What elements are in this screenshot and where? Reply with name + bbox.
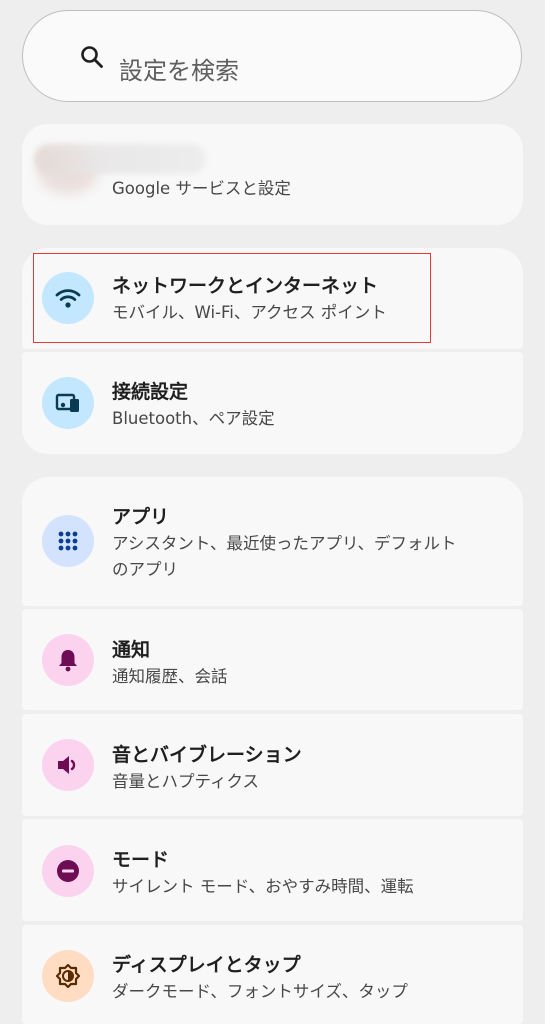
connected-devices-subtitle: Bluetooth、ペア設定 <box>112 409 275 428</box>
modes-icon-circle <box>42 845 94 897</box>
modes-subtitle: サイレント モード、おやすみ時間、運転 <box>112 877 414 896</box>
sound-title: 音とバイブレーション <box>112 744 302 766</box>
sound-subtitle: 音量とハプティクス <box>112 772 260 791</box>
highlight-box <box>33 253 431 343</box>
account-name-blurred <box>34 144 206 174</box>
apps-icon-circle <box>42 515 94 567</box>
search-bar[interactable]: 設定を検索 <box>22 10 522 102</box>
settings-item-connected-devices[interactable] <box>22 352 523 454</box>
account-subtitle: Google サービスと設定 <box>112 179 291 198</box>
settings-item-modes[interactable] <box>22 819 523 921</box>
devices-icon <box>55 393 79 412</box>
search-icon <box>79 44 105 70</box>
notifications-icon-circle <box>42 634 94 686</box>
search-placeholder: 設定を検索 <box>119 57 239 85</box>
apps-subtitle-line2: のアプリ <box>112 560 178 579</box>
display-icon-circle <box>42 950 94 1002</box>
apps-title: アプリ <box>112 506 170 528</box>
notifications-subtitle: 通知履歴、会話 <box>112 667 228 686</box>
do-not-disturb-icon <box>57 860 79 882</box>
apps-subtitle-line1: アシスタント、最近使ったアプリ、デフォルト <box>112 534 457 553</box>
display-subtitle: ダークモード、フォントサイズ、タップ <box>112 982 408 1001</box>
settings-item-notifications[interactable] <box>22 609 523 710</box>
modes-title: モード <box>112 849 170 871</box>
connected-devices-icon-circle <box>42 377 94 429</box>
notifications-title: 通知 <box>112 639 151 661</box>
apps-grid-icon <box>58 531 78 551</box>
connected-devices-title: 接続設定 <box>112 381 189 403</box>
brightness-icon <box>55 963 81 989</box>
display-title: ディスプレイとタップ <box>112 954 301 976</box>
speaker-icon <box>58 756 76 774</box>
sound-icon-circle <box>42 739 94 791</box>
bell-icon <box>59 650 77 672</box>
